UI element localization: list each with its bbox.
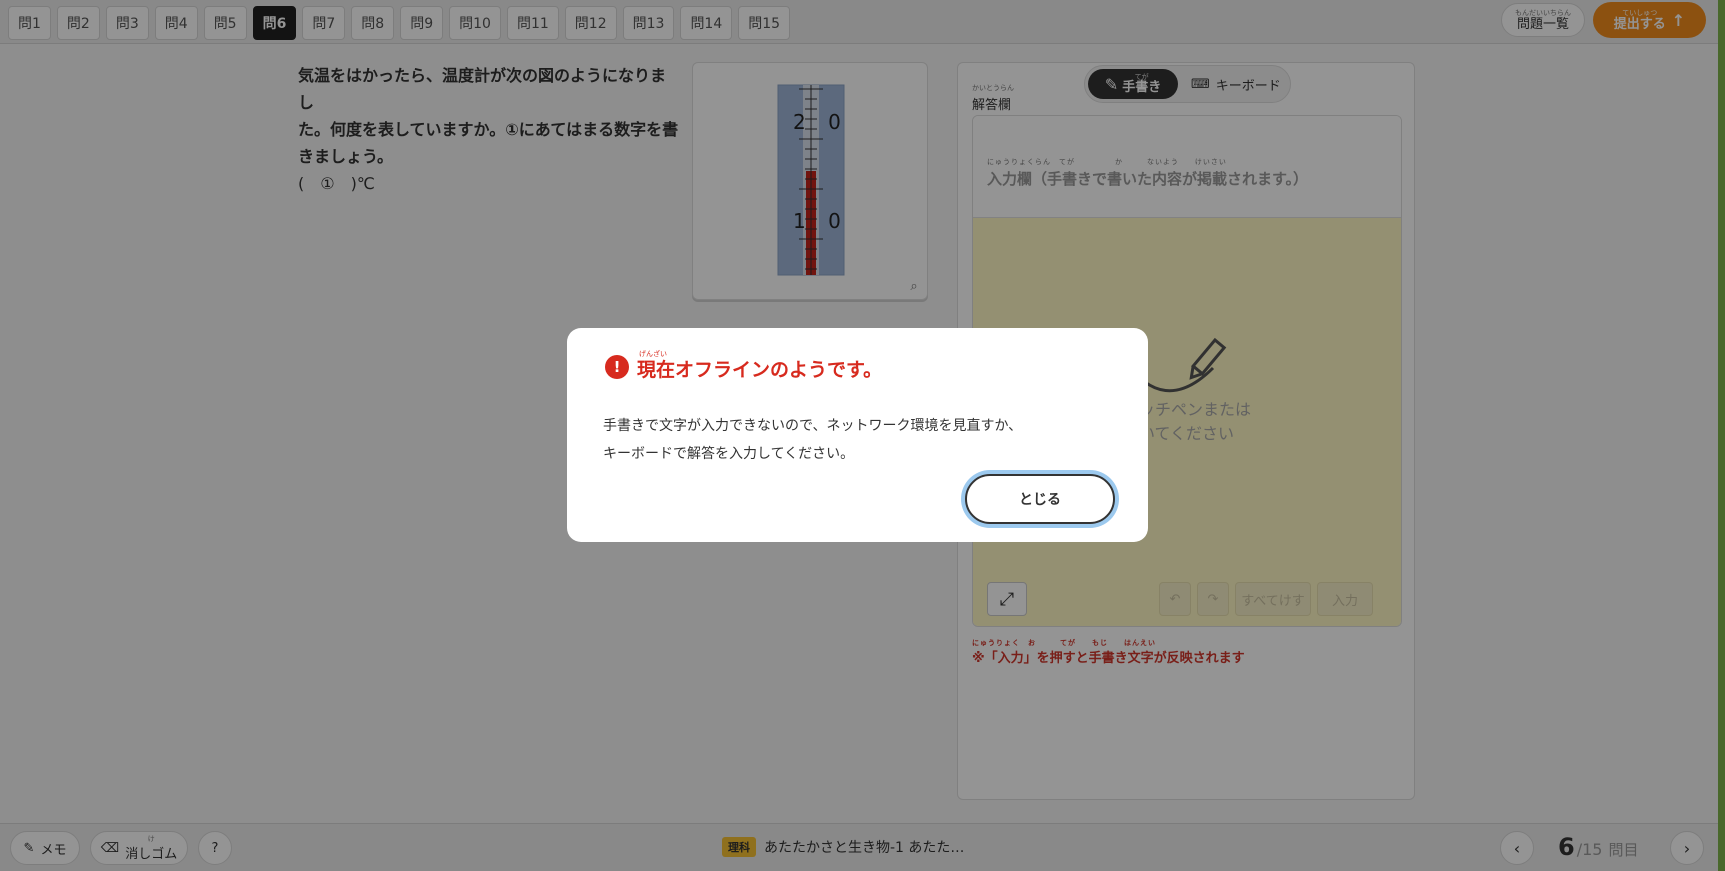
dialog-title: ! げんざい 現在オフラインのようです。 bbox=[605, 350, 882, 382]
dialog-message: 手書きで文字が入力できないので、ネットワーク環境を見直すか、 キーボードで解答を… bbox=[603, 412, 1123, 468]
dialog-message-line: キーボードで解答を入力してください。 bbox=[603, 446, 855, 462]
offline-dialog: ! げんざい 現在オフラインのようです。 手書きで文字が入力できないので、ネット… bbox=[567, 328, 1148, 542]
dialog-title-text: 現在オフラインのようです。 bbox=[637, 359, 883, 381]
dialog-title-ruby: げんざい bbox=[639, 350, 667, 358]
error-icon: ! bbox=[605, 355, 629, 379]
close-button[interactable]: とじる bbox=[965, 474, 1115, 524]
dialog-message-line: 手書きで文字が入力できないので、ネットワーク環境を見直すか、 bbox=[603, 418, 1023, 434]
